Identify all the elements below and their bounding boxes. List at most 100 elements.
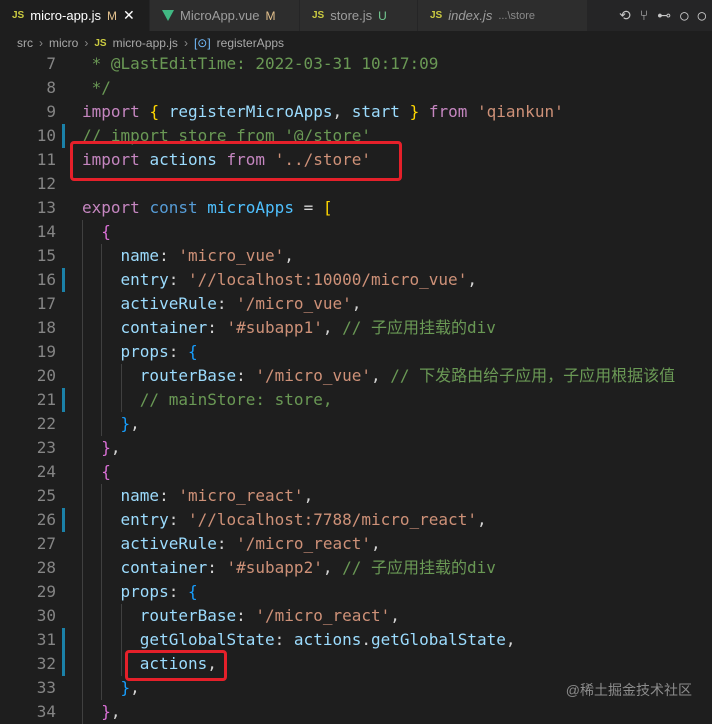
tab-micro-app-js[interactable]: JS micro-app.js M ✕ <box>0 0 150 31</box>
code-line[interactable]: 14 { <box>0 220 712 244</box>
code-text: activeRule: '/micro_vue', <box>82 292 362 316</box>
code-text: routerBase: '/micro_vue', // 下发路由给子应用，子应… <box>82 364 675 388</box>
modified-line-indicator[interactable] <box>62 268 65 292</box>
code-line[interactable]: 22 }, <box>0 412 712 436</box>
chevron-right-icon: › <box>183 36 188 50</box>
timeline-icon[interactable]: ⟲ <box>619 8 631 24</box>
code-token: : <box>207 318 227 337</box>
modified-line-indicator[interactable] <box>62 628 65 652</box>
breadcrumb-item[interactable]: micro <box>49 36 78 50</box>
code-token: 'micro_react' <box>178 486 304 505</box>
source-control-icon[interactable]: ⑂ <box>640 8 648 24</box>
code-token: { <box>149 102 160 121</box>
next-change-icon[interactable]: ○ <box>698 8 706 24</box>
compare-changes-icon[interactable]: ⊷ <box>657 8 671 24</box>
code-token: : <box>168 342 188 361</box>
code-token: entry <box>120 270 169 289</box>
line-number: 24 <box>36 462 56 481</box>
code-text: }, <box>82 700 121 724</box>
modified-line-indicator[interactable] <box>62 124 65 148</box>
code-token: 'micro_vue' <box>178 246 285 265</box>
code-line[interactable]: 32 actions, <box>0 652 712 676</box>
code-token: '/micro_react' <box>255 606 391 625</box>
code-token: , <box>370 366 391 385</box>
code-line[interactable]: 27 activeRule: '/micro_react', <box>0 532 712 556</box>
code-token: , <box>467 270 477 289</box>
code-token: [ <box>322 198 333 217</box>
code-token: entry <box>120 510 169 529</box>
highlight-box-actions-prop <box>125 650 227 681</box>
line-number: 9 <box>46 102 56 121</box>
code-token: activeRule <box>120 534 217 553</box>
code-token: , <box>110 702 121 721</box>
code-token: '/micro_react' <box>236 534 371 553</box>
code-token: '//localhost:10000/micro_vue' <box>187 270 468 289</box>
code-line[interactable]: 23 }, <box>0 436 712 460</box>
javascript-file-icon: JS <box>312 10 325 21</box>
line-number: 31 <box>36 630 56 649</box>
line-number: 18 <box>36 318 56 337</box>
code-line[interactable]: 28 container: '#subapp2', // 子应用挂载的div <box>0 556 712 580</box>
code-token: container <box>120 318 208 337</box>
code-line[interactable]: 17 activeRule: '/micro_vue', <box>0 292 712 316</box>
code-token: container <box>120 558 208 577</box>
modified-line-indicator[interactable] <box>62 652 65 676</box>
code-token: , <box>303 486 314 505</box>
code-line[interactable]: 29 props: { <box>0 580 712 604</box>
code-line[interactable]: 13 export const microApps = [ <box>0 196 712 220</box>
code-line[interactable]: 34 }, <box>0 700 712 724</box>
code-line[interactable]: 26 entry: '//localhost:7788/micro_react'… <box>0 508 712 532</box>
code-line[interactable]: 8 */ <box>0 76 712 100</box>
tab-label: MicroApp.vue <box>180 8 260 23</box>
code-line[interactable]: 31 getGlobalState: actions.getGlobalStat… <box>0 628 712 652</box>
code-line[interactable]: 25 name: 'micro_react', <box>0 484 712 508</box>
line-number: 17 <box>36 294 56 313</box>
breadcrumb-item[interactable]: micro-app.js <box>113 36 178 50</box>
tab-index-js[interactable]: JS index.js ...\store <box>418 0 588 31</box>
breadcrumb-item[interactable]: src <box>17 36 33 50</box>
code-line[interactable]: 9 import { registerMicroApps, start } fro… <box>0 100 712 124</box>
code-line[interactable]: 19 props: { <box>0 340 712 364</box>
code-token: , <box>505 630 516 649</box>
line-number: 7 <box>46 54 56 73</box>
code-token: * @LastEditTime: 2022-03-31 10:17:09 <box>82 54 439 73</box>
code-line[interactable]: 18 container: '#subapp1', // 子应用挂载的div <box>0 316 712 340</box>
close-icon[interactable]: ✕ <box>123 7 135 24</box>
code-token: // 下发路由给子应用，子应用根据该值 <box>390 366 676 385</box>
modified-line-indicator[interactable] <box>62 388 65 412</box>
line-number: 8 <box>46 78 56 97</box>
code-token: microApps <box>207 198 294 217</box>
chevron-right-icon: › <box>39 36 43 50</box>
code-line[interactable]: 7 * @LastEditTime: 2022-03-31 10:17:09 <box>0 52 712 76</box>
code-token: . <box>361 630 371 649</box>
code-line[interactable]: 20 routerBase: '/micro_vue', // 下发路由给子应用… <box>0 364 712 388</box>
line-number: 22 <box>36 414 56 433</box>
breadcrumb-item[interactable]: registerApps <box>217 36 284 50</box>
modified-line-indicator[interactable] <box>62 508 65 532</box>
code-text: * @LastEditTime: 2022-03-31 10:17:09 <box>82 52 439 76</box>
code-token: '/micro_vue' <box>236 294 352 313</box>
code-line[interactable]: 21 // mainStore: store, <box>0 388 712 412</box>
code-token: : <box>159 486 179 505</box>
code-token: } <box>120 414 131 433</box>
previous-change-icon[interactable]: ○ <box>680 8 688 24</box>
code-line[interactable]: 30 routerBase: '/micro_react', <box>0 604 712 628</box>
code-line[interactable]: 24 { <box>0 460 712 484</box>
code-line[interactable]: 15 name: 'micro_vue', <box>0 244 712 268</box>
code-text: // mainStore: store, <box>82 388 333 412</box>
code-token: getGlobalState <box>139 630 275 649</box>
code-text: props: { <box>82 340 198 364</box>
tab-microapp-vue[interactable]: MicroApp.vue M <box>150 0 300 31</box>
line-number: 12 <box>36 174 56 193</box>
tab-store-js[interactable]: JS store.js U <box>300 0 418 31</box>
untracked-badge: U <box>378 8 387 23</box>
code-line[interactable]: 16 entry: '//localhost:10000/micro_vue', <box>0 268 712 292</box>
line-number: 33 <box>36 678 56 697</box>
